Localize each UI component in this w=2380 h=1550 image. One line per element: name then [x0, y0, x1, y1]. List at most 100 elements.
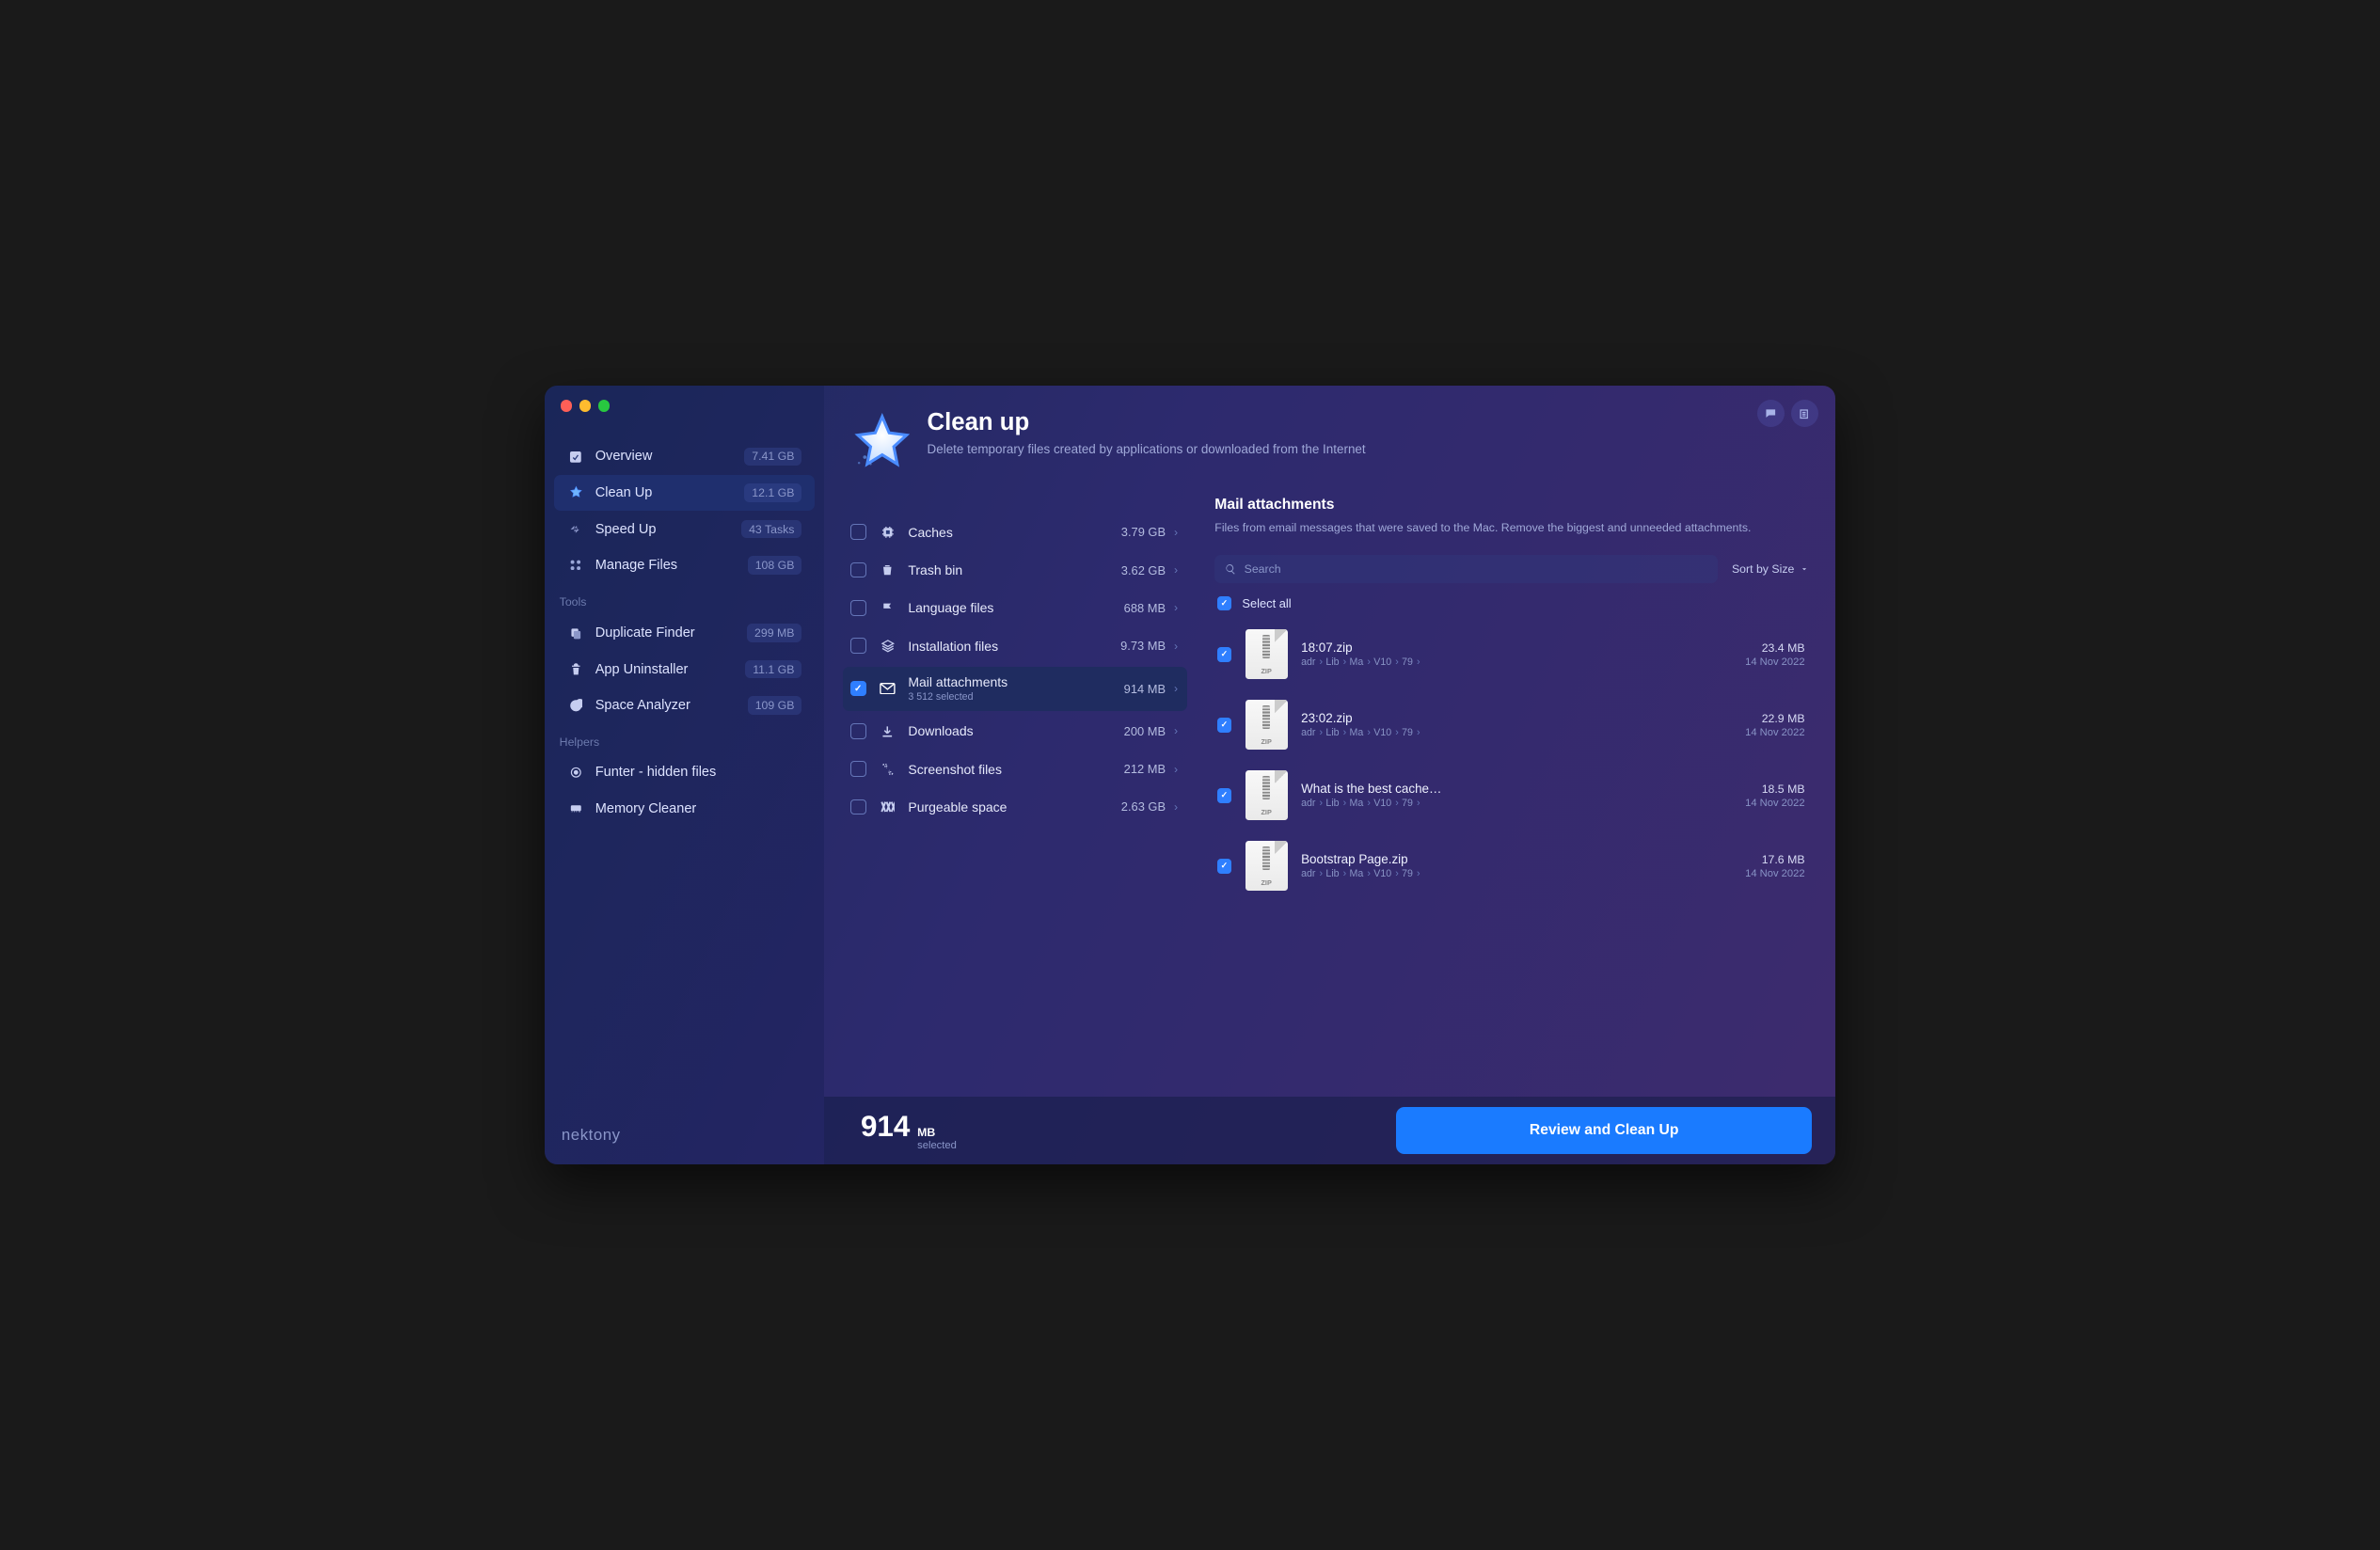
category-icon	[879, 637, 896, 655]
file-name: What is the best cache…	[1301, 782, 1731, 796]
category-item-screenshot-files[interactable]: Screenshot files 212 MB ›	[843, 751, 1187, 786]
sidebar-item-stat: 299 MB	[747, 624, 801, 642]
category-checkbox[interactable]	[850, 723, 866, 739]
chevron-right-icon: ›	[1174, 800, 1178, 814]
sidebar-item-speed-up[interactable]: Speed Up 43 Tasks	[554, 512, 815, 547]
news-button[interactable]	[1791, 400, 1818, 427]
review-cleanup-button[interactable]: Review and Clean Up	[1396, 1107, 1812, 1153]
cleanup-hero-icon	[837, 409, 911, 469]
select-all-row[interactable]: Select all	[1214, 583, 1812, 619]
category-label: Language files	[908, 600, 1123, 615]
category-checkbox[interactable]	[850, 562, 866, 578]
category-label: Downloads	[908, 723, 1123, 738]
file-ext-label: ZIP	[1261, 808, 1271, 816]
brand-logo: nektony	[545, 1106, 824, 1165]
category-size: 914 MB	[1124, 682, 1166, 696]
selection-size-number: 914	[861, 1110, 910, 1144]
sidebar-item-label: Overview	[595, 449, 745, 464]
file-row[interactable]: ZIP 18:07.zip adrLibMaV1079 23.4 MB 14 N…	[1214, 619, 1806, 689]
category-size: 2.63 GB	[1121, 799, 1166, 814]
category-icon	[879, 599, 896, 617]
file-thumbnail: ZIP	[1246, 770, 1288, 820]
feedback-button[interactable]	[1757, 400, 1785, 427]
category-checkbox[interactable]	[850, 799, 866, 815]
file-checkbox[interactable]	[1217, 859, 1232, 874]
sort-label: Sort by Size	[1732, 562, 1794, 576]
category-icon	[879, 523, 896, 541]
file-date: 14 Nov 2022	[1745, 868, 1804, 879]
file-size: 17.6 MB	[1745, 853, 1804, 866]
select-all-label: Select all	[1242, 596, 1291, 610]
category-item-mail-attachments[interactable]: Mail attachments 3 512 selected 914 MB ›	[843, 667, 1187, 711]
file-list[interactable]: ZIP 18:07.zip adrLibMaV1079 23.4 MB 14 N…	[1214, 619, 1812, 1096]
file-row[interactable]: ZIP 23:02.zip adrLibMaV1079 22.9 MB 14 N…	[1214, 689, 1806, 760]
sidebar-item-label: Manage Files	[595, 558, 748, 573]
category-item-downloads[interactable]: Downloads 200 MB ›	[843, 714, 1187, 749]
memory-icon	[567, 799, 585, 817]
sidebar-section-helpers: Helpers	[545, 724, 824, 754]
file-row[interactable]: ZIP Bootstrap Page.zip adrLibMaV1079 17.…	[1214, 830, 1806, 901]
sidebar-item-stat: 43 Tasks	[741, 520, 801, 539]
sidebar-item-stat: 7.41 GB	[744, 448, 801, 467]
file-checkbox[interactable]	[1217, 647, 1232, 662]
category-item-purgeable-space[interactable]: Purgeable space 2.63 GB ›	[843, 789, 1187, 824]
sidebar-item-stat: 11.1 GB	[745, 660, 801, 679]
cleanup-icon	[567, 484, 585, 502]
category-icon	[879, 722, 896, 740]
file-path: adrLibMaV1079	[1301, 868, 1731, 879]
category-item-language-files[interactable]: Language files 688 MB ›	[843, 591, 1187, 625]
chevron-down-icon	[1800, 564, 1809, 574]
sidebar-item-funter-hidden-files[interactable]: Funter - hidden files	[554, 755, 815, 790]
sidebar-item-clean-up[interactable]: Clean Up 12.1 GB	[554, 475, 815, 511]
speedup-icon	[567, 520, 585, 538]
sidebar-item-memory-cleaner[interactable]: Memory Cleaner	[554, 791, 815, 826]
chevron-right-icon: ›	[1174, 563, 1178, 577]
file-name: 18:07.zip	[1301, 641, 1731, 655]
file-size: 22.9 MB	[1745, 712, 1804, 725]
chat-icon	[1764, 407, 1778, 421]
overview-icon	[567, 448, 585, 466]
category-checkbox[interactable]	[850, 681, 866, 697]
category-item-trash-bin[interactable]: Trash bin 3.62 GB ›	[843, 553, 1187, 588]
sidebar-item-label: App Uninstaller	[595, 662, 746, 677]
sidebar-item-manage-files[interactable]: Manage Files 108 GB	[554, 548, 815, 584]
category-icon	[879, 561, 896, 579]
selection-summary: 914 MB selected	[861, 1110, 957, 1151]
close-window-button[interactable]	[561, 400, 572, 411]
sidebar-item-app-uninstaller[interactable]: App Uninstaller 11.1 GB	[554, 652, 815, 688]
file-checkbox[interactable]	[1217, 718, 1232, 733]
sidebar-item-label: Funter - hidden files	[595, 765, 802, 780]
category-icon	[879, 679, 896, 697]
window-controls	[561, 400, 611, 411]
select-all-checkbox[interactable]	[1217, 596, 1232, 611]
category-item-caches[interactable]: Caches 3.79 GB ›	[843, 514, 1187, 549]
sidebar-item-overview[interactable]: Overview 7.41 GB	[554, 439, 815, 475]
main-content: Clean up Delete temporary files created …	[824, 386, 1835, 1165]
search-input-wrap[interactable]	[1214, 555, 1718, 583]
file-path: adrLibMaV1079	[1301, 656, 1731, 668]
category-label: Purgeable space	[908, 799, 1120, 815]
file-row[interactable]: ZIP What is the best cache… adrLibMaV107…	[1214, 760, 1806, 830]
category-item-installation-files[interactable]: Installation files 9.73 MB ›	[843, 628, 1187, 663]
file-date: 14 Nov 2022	[1745, 727, 1804, 738]
chevron-right-icon: ›	[1174, 763, 1178, 776]
category-checkbox[interactable]	[850, 524, 866, 540]
category-checkbox[interactable]	[850, 600, 866, 616]
detail-title: Mail attachments	[1214, 497, 1812, 514]
chevron-right-icon: ›	[1174, 526, 1178, 539]
category-size: 9.73 MB	[1120, 639, 1166, 653]
detail-panel: Mail attachments Files from email messag…	[1187, 480, 1835, 1096]
sidebar-item-space-analyzer[interactable]: Space Analyzer 109 GB	[554, 688, 815, 723]
manage-icon	[567, 557, 585, 575]
file-checkbox[interactable]	[1217, 788, 1232, 803]
file-date: 14 Nov 2022	[1745, 656, 1804, 668]
sort-button[interactable]: Sort by Size	[1729, 558, 1813, 581]
category-checkbox[interactable]	[850, 638, 866, 654]
sidebar-item-duplicate-finder[interactable]: Duplicate Finder 299 MB	[554, 615, 815, 651]
fullscreen-window-button[interactable]	[598, 400, 610, 411]
minimize-window-button[interactable]	[579, 400, 591, 411]
category-checkbox[interactable]	[850, 761, 866, 777]
search-input[interactable]	[1245, 562, 1708, 576]
category-label: Caches	[908, 525, 1120, 540]
file-name: Bootstrap Page.zip	[1301, 852, 1731, 866]
